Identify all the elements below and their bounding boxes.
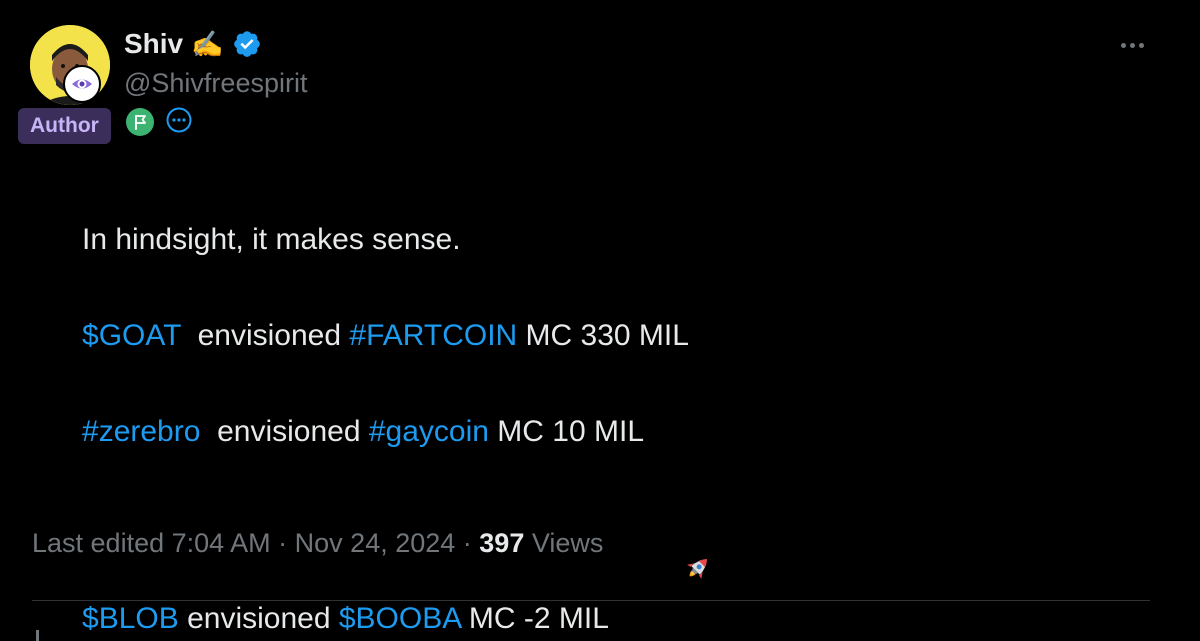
divider xyxy=(32,600,1150,601)
author-handle[interactable]: @Shivfreespirit xyxy=(124,68,307,99)
more-horizontal-icon[interactable] xyxy=(1112,30,1152,60)
tweet-card: Author Shiv ✍️ @Shivfreespirit In hindsi… xyxy=(0,0,1200,641)
tweet-text-segment: envisioned xyxy=(178,602,339,635)
tweet-line: #zerebro envisioned #gaycoin MC 10 MIL xyxy=(32,360,1152,448)
tweet-text-segment: MC -2 MIL xyxy=(460,602,609,635)
tweet-text-segment: envisioned xyxy=(180,319,350,352)
cashtag-link[interactable]: $GOAT xyxy=(82,319,181,352)
tweet-text-segment: MC 10 MIL xyxy=(488,415,645,448)
views-count: 397 xyxy=(479,528,525,558)
tweet-text-segment: MC 330 MIL xyxy=(517,319,689,352)
writing-hand-emoji: ✍️ xyxy=(191,29,224,59)
author-badge: Author xyxy=(18,108,111,144)
hashtag-link[interactable]: #FARTCOIN xyxy=(349,319,517,352)
tweet-text: In hindsight, it makes sense. $GOAT envi… xyxy=(32,168,1152,635)
rocket-icon xyxy=(613,504,714,641)
author-name-row: Shiv ✍️ xyxy=(124,28,262,60)
tweet-text-segment: In hindsight, it makes sense. xyxy=(82,223,461,256)
tweet-line: $GOAT envisioned #FARTCOIN MC 330 MIL xyxy=(32,264,1152,352)
more-circle-icon[interactable] xyxy=(165,106,193,134)
avatar-eye-badge-icon xyxy=(63,65,101,103)
flag-icon[interactable] xyxy=(126,108,154,136)
hashtag-link[interactable]: #gaycoin xyxy=(369,415,489,448)
edited-timestamp[interactable]: Last edited 7:04 AM · Nov 24, 2024 · xyxy=(32,528,479,558)
tweet-line: $BLOB envisioned $BOOBA MC -2 MIL xyxy=(32,456,1152,635)
views-label: Views xyxy=(524,528,604,558)
display-name[interactable]: Shiv xyxy=(124,28,183,60)
cashtag-link[interactable]: $BOOBA xyxy=(339,602,461,635)
cashtag-link[interactable]: $BLOB xyxy=(82,602,179,635)
tweet-meta: Last edited 7:04 AM · Nov 24, 2024 · 397… xyxy=(32,528,603,559)
action-bar-edge xyxy=(36,630,39,641)
tweet-line: In hindsight, it makes sense. xyxy=(32,168,1152,256)
hashtag-link[interactable]: #zerebro xyxy=(82,415,200,448)
tweet-text-segment: envisioned xyxy=(200,415,369,448)
verified-badge-icon[interactable] xyxy=(232,29,262,59)
